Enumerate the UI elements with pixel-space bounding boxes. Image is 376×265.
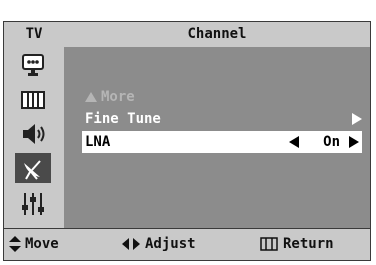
left-right-arrow-icon [122,238,140,250]
footer-adjust: Adjust [122,229,196,259]
osd-menu-window: TV Channel More Fine Tune LNA On Move Ad… [3,21,371,261]
fine-tune-item[interactable]: Fine Tune [82,108,362,130]
more-item[interactable]: More [82,86,362,108]
footer-move: Move [8,229,59,259]
move-label: Move [25,236,59,252]
lna-item[interactable]: LNA On [82,131,362,153]
up-down-arrow-icon [9,236,21,252]
sidebar-item-sound-menu[interactable] [15,85,51,115]
sidebar-item-sound[interactable] [15,119,51,149]
sidebar-item-channel[interactable] [15,153,51,183]
sidebar-item-setup[interactable] [15,189,51,219]
lna-value: On [323,134,340,150]
right-arrow-icon[interactable] [349,136,359,148]
up-arrow-icon [85,92,97,102]
menu-content: More Fine Tune LNA On [64,47,370,230]
sound-menu-icon [21,91,45,109]
footer-return: Return [260,229,334,259]
adjust-label: Adjust [145,236,196,252]
return-label: Return [283,236,334,252]
right-arrow-icon [352,113,362,125]
picture-icon [22,54,44,76]
footer-bar: Move Adjust Return [4,228,370,260]
menu-title: Channel [64,22,370,47]
lna-label: LNA [85,134,111,150]
fine-tune-label: Fine Tune [85,111,161,127]
sidebar [4,47,64,230]
menu-icon [260,237,278,251]
sidebar-item-picture[interactable] [15,51,51,81]
left-arrow-icon[interactable] [289,136,299,148]
setup-icon [22,193,44,215]
more-label: More [101,89,135,105]
antenna-icon [24,160,41,180]
tv-label: TV [4,22,64,47]
speaker-icon [23,124,45,144]
